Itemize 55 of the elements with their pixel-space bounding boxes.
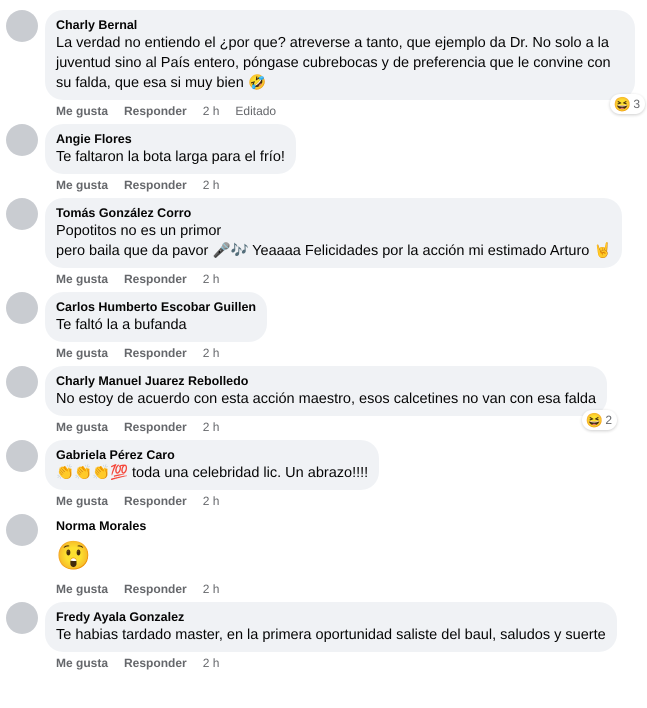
avatar[interactable]: [6, 602, 38, 634]
comment-action-link[interactable]: Me gusta: [56, 581, 108, 597]
avatar[interactable]: [6, 292, 38, 324]
comment-text: Te habias tardado master, en la primera oportunidad saliste del baul, saludos y suerte: [56, 626, 606, 645]
timestamp[interactable]: 2 h: [202, 493, 220, 509]
comment-action-link[interactable]: Responder: [124, 177, 187, 193]
timestamp[interactable]: 2 h: [202, 581, 220, 597]
comment-action-link[interactable]: Me gusta: [56, 345, 108, 361]
comment-emoji: 😲: [56, 539, 92, 573]
author-name[interactable]: Carlos Humberto Escobar Guillen: [56, 299, 256, 315]
edited-label: Editado: [235, 103, 276, 119]
reaction-emoji: 😆: [585, 411, 602, 429]
comment-text: No estoy de acuerdo con esta acción maestro, esos calcetines no van con esa falda: [56, 390, 596, 409]
comment-action-link[interactable]: Responder: [124, 103, 187, 119]
comment-action-link[interactable]: Me gusta: [56, 655, 108, 671]
avatar[interactable]: [6, 124, 38, 156]
avatar[interactable]: [6, 366, 38, 398]
comment-text: Popotitos no es un primor pero baila que da pavor 🎤🎶 Yeaaaa Felicidades por la acción mi estimado Arturo 🤘: [56, 222, 612, 261]
comment-action-link[interactable]: Responder: [124, 271, 187, 287]
comment-action-link[interactable]: Me gusta: [56, 493, 108, 509]
timestamp[interactable]: 2 h: [202, 655, 220, 671]
avatar[interactable]: [6, 198, 38, 230]
comment-action-link[interactable]: Responder: [124, 655, 187, 671]
comment-action-link[interactable]: Responder: [124, 581, 187, 597]
reaction-count: 3: [633, 96, 641, 113]
comment-action-link[interactable]: Me gusta: [56, 271, 108, 287]
timestamp[interactable]: 2 h: [202, 419, 220, 435]
author-name[interactable]: Angie Flores: [56, 131, 285, 147]
comment-text: La verdad no entiendo el ¿por que? atreverse a tanto, que ejemplo da Dr. No solo a la juventud sino al País entero, póngase cubrebocas y de preferencia que le convine con su falda, que esa si muy bien 🤣: [56, 34, 612, 93]
comment-text: 👏👏👏💯 toda una celebridad lic. Un abrazo!!!!: [56, 463, 368, 483]
comment-action-link[interactable]: Responder: [124, 419, 187, 435]
reaction-count: 2: [605, 412, 614, 429]
author-name[interactable]: Tomás González Corro: [56, 205, 612, 221]
comment-text: Te faltó la a bufanda: [56, 316, 188, 335]
author-name[interactable]: Charly Manuel Juarez Rebolledo: [56, 373, 596, 389]
comment-action-link[interactable]: Responder: [124, 345, 187, 361]
comment-action-link[interactable]: Responder: [124, 493, 187, 509]
comment-action-link[interactable]: Me gusta: [56, 103, 108, 119]
comment-text: Te faltaron la bota larga para el frío!: [56, 148, 285, 167]
comment-action-link[interactable]: Me gusta: [56, 177, 108, 193]
reaction-badge[interactable]: 😆 3: [610, 94, 645, 114]
avatar[interactable]: [6, 440, 38, 472]
author-name[interactable]: Norma Morales: [56, 518, 208, 534]
timestamp[interactable]: 2 h: [202, 177, 220, 193]
timestamp[interactable]: 2 h: [202, 103, 220, 119]
author-name[interactable]: Gabriela Pérez Caro: [56, 447, 368, 463]
reaction-emoji: 😆: [613, 95, 630, 113]
comment-action-link[interactable]: Me gusta: [56, 419, 108, 435]
author-name[interactable]: Fredy Ayala Gonzalez: [56, 609, 606, 625]
timestamp[interactable]: 2 h: [202, 271, 220, 287]
avatar[interactable]: [6, 10, 38, 42]
author-name[interactable]: Charly Bernal: [56, 17, 624, 33]
reaction-badge[interactable]: 😆 2: [582, 410, 618, 430]
avatar[interactable]: [6, 514, 38, 546]
timestamp[interactable]: 2 h: [202, 345, 220, 361]
